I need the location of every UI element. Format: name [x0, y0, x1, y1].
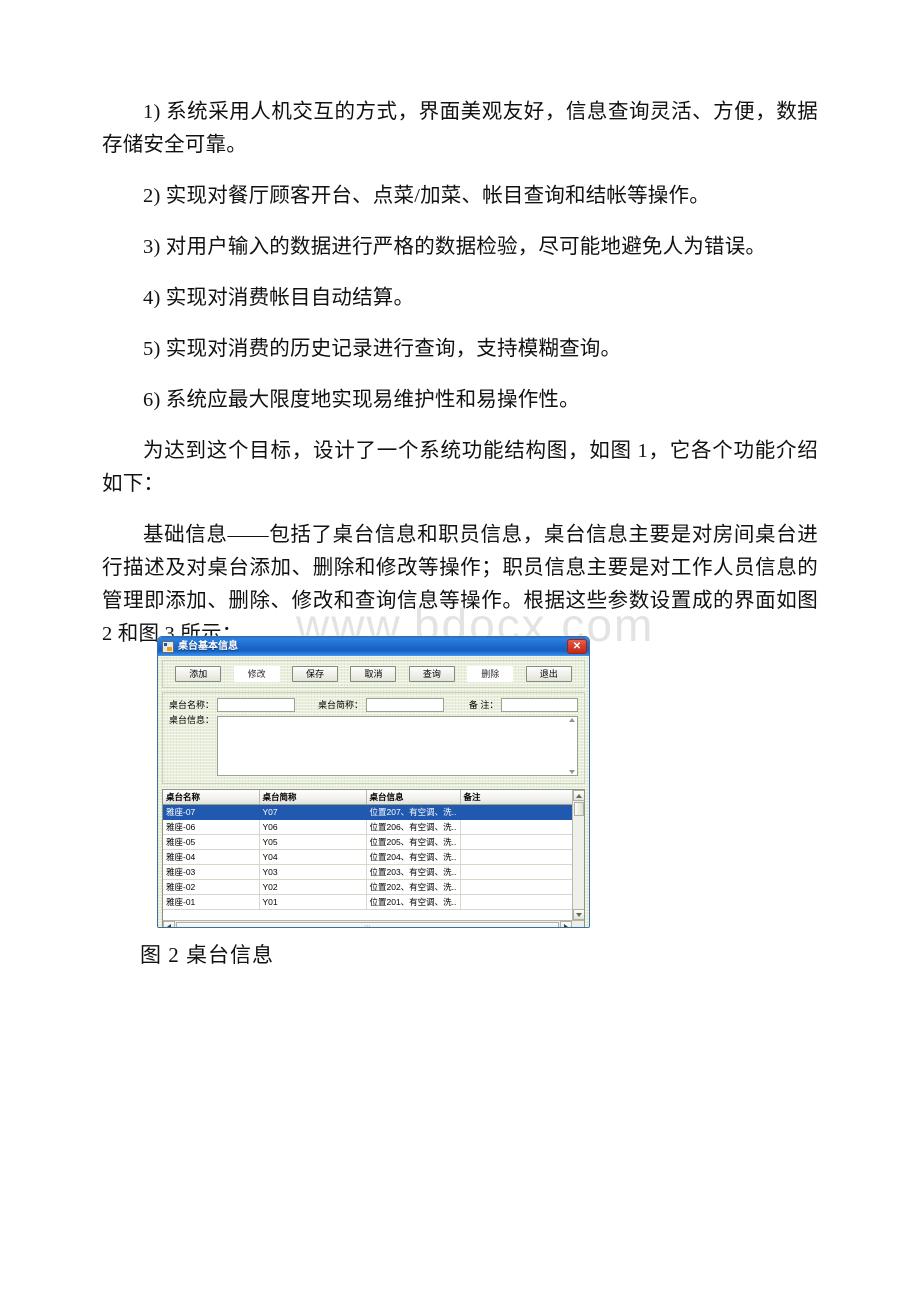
form-row-primary: 桌台名称： 桌台简称： 备 注： — [169, 698, 578, 712]
table-grid[interactable]: 桌台名称 桌台简称 桌台信息 备注 雅座-07 Y07 位置207、有空调、洗.… — [162, 789, 585, 927]
cell-info: 位置205、有空调、洗.. — [366, 834, 461, 850]
data-table: 桌台名称 桌台简称 桌台信息 备注 雅座-07 Y07 位置207、有空调、洗.… — [163, 790, 584, 910]
cell-abbr: Y06 — [259, 819, 367, 835]
horizontal-scroll-thumb[interactable]: ⋯ — [176, 921, 559, 927]
table-head: 桌台名称 桌台简称 桌台信息 备注 — [163, 790, 584, 805]
column-header-name[interactable]: 桌台名称 — [163, 790, 260, 805]
table-row[interactable]: 雅座-07 Y07 位置207、有空调、洗.. — [163, 804, 584, 820]
note-label: 备 注： — [468, 699, 499, 710]
cell-note — [460, 864, 584, 880]
form-row-info: 桌台信息： — [169, 716, 578, 776]
table-abbr-label: 桌台简称： — [317, 699, 363, 710]
scroll-left-icon[interactable] — [163, 921, 175, 927]
table-info-textarea[interactable] — [217, 716, 578, 776]
scroll-down-icon[interactable] — [572, 909, 584, 920]
table-name-input[interactable] — [217, 698, 295, 712]
cell-name: 雅座-03 — [163, 864, 260, 880]
paragraph-6: 6) 系统应最大限度地实现易维护性和易操作性。 — [143, 389, 580, 411]
table-row[interactable]: 雅座-06 Y06 位置206、有空调、洗.. — [163, 819, 584, 835]
table-row[interactable]: 雅座-04 Y04 位置204、有空调、洗.. — [163, 849, 584, 865]
scrollbar-corner — [572, 921, 584, 927]
paragraph-5: 5) 实现对消费的历史记录进行查询，支持模糊查询。 — [143, 338, 622, 360]
cell-abbr: Y05 — [259, 834, 367, 850]
cell-abbr: Y07 — [259, 804, 367, 820]
column-header-note[interactable]: 备注 — [460, 790, 584, 805]
add-button[interactable]: 添加 — [175, 666, 222, 682]
cell-name: 雅座-02 — [163, 879, 260, 895]
table-header-row: 桌台名称 桌台简称 桌台信息 备注 — [163, 790, 584, 805]
application-icon — [162, 640, 174, 653]
cell-info: 位置204、有空调、洗.. — [366, 849, 461, 865]
close-icon[interactable]: ✕ — [567, 639, 587, 654]
document-body: 1) 系统采用人机交互的方式，界面美观友好，信息查询灵活、方便，数据存储安全可靠… — [102, 96, 818, 669]
cell-info: 位置202、有空调、洗.. — [366, 879, 461, 895]
cell-info: 位置201、有空调、洗.. — [366, 894, 461, 910]
window-client-area: 添加 修改 保存 取消 查询 删除 退出 桌台名称： 桌台简称： 备 注： 桌台… — [158, 656, 589, 927]
cell-info: 位置207、有空调、洗.. — [366, 804, 461, 820]
cell-abbr: Y02 — [259, 879, 367, 895]
table-info-label: 桌台信息： — [169, 715, 215, 725]
paragraph-2: 2) 实现对餐厅顾客开台、点菜/加菜、帐目查询和结帐等操作。 — [143, 185, 710, 207]
cancel-button[interactable]: 取消 — [350, 666, 397, 682]
exit-button[interactable]: 退出 — [525, 666, 572, 682]
paragraph-3: 3) 对用户输入的数据进行严格的数据检验，尽可能地避免人为错误。 — [143, 236, 767, 258]
cell-note — [460, 894, 584, 910]
column-header-abbr[interactable]: 桌台简称 — [259, 790, 367, 805]
grid-horizontal-scrollbar[interactable]: ⋯ — [163, 920, 584, 927]
cell-name: 雅座-07 — [163, 804, 260, 820]
paragraph-4: 4) 实现对消费帐目自动结算。 — [143, 287, 415, 309]
note-input[interactable] — [501, 698, 578, 712]
edit-button[interactable]: 修改 — [233, 666, 280, 682]
scroll-up-icon[interactable] — [572, 790, 584, 801]
figure-caption: 图 2 桌台信息 — [140, 943, 274, 967]
cell-note — [460, 804, 584, 820]
grid-vertical-scrollbar[interactable] — [572, 790, 584, 920]
document-page: 1) 系统采用人机交互的方式，界面美观友好，信息查询灵活、方便，数据存储安全可靠… — [0, 0, 920, 1302]
table-body: 雅座-07 Y07 位置207、有空调、洗.. 雅座-06 Y06 位置206、… — [163, 804, 584, 910]
scroll-right-icon[interactable] — [560, 921, 572, 927]
window-titlebar[interactable]: 桌台基本信息 ✕ — [158, 637, 589, 656]
table-row[interactable]: 雅座-05 Y05 位置205、有空调、洗.. — [163, 834, 584, 850]
cell-note — [460, 849, 584, 865]
table-row[interactable]: 雅座-02 Y02 位置202、有空调、洗.. — [163, 879, 584, 895]
window-title: 桌台基本信息 — [178, 640, 238, 652]
paragraph-goal: 为达到这个目标，设计了一个系统功能结构图，如图 1，它各个功能介绍如下： — [102, 440, 818, 495]
textarea-scrollbar[interactable] — [566, 717, 577, 775]
column-header-info[interactable]: 桌台信息 — [366, 790, 461, 805]
table-row[interactable]: 雅座-03 Y03 位置203、有空调、洗.. — [163, 864, 584, 880]
cell-abbr: Y03 — [259, 864, 367, 880]
delete-button[interactable]: 删除 — [467, 666, 514, 682]
cell-name: 雅座-01 — [163, 894, 260, 910]
table-abbr-input[interactable] — [365, 698, 444, 712]
query-button[interactable]: 查询 — [408, 666, 455, 682]
save-button[interactable]: 保存 — [292, 666, 339, 682]
table-name-label: 桌台名称： — [169, 699, 215, 710]
paragraph-1: 1) 系统采用人机交互的方式，界面美观友好，信息查询灵活、方便，数据存储安全可靠… — [102, 101, 818, 156]
cell-name: 雅座-06 — [163, 819, 260, 835]
cell-note — [460, 819, 584, 835]
table-row[interactable]: 雅座-01 Y01 位置201、有空调、洗.. — [163, 894, 584, 910]
cell-info: 位置206、有空调、洗.. — [366, 819, 461, 835]
cell-abbr: Y01 — [259, 894, 367, 910]
cell-name: 雅座-05 — [163, 834, 260, 850]
cell-info: 位置203、有空调、洗.. — [366, 864, 461, 880]
form-panel: 桌台名称： 桌台简称： 备 注： 桌台信息： — [162, 692, 585, 784]
toolbar: 添加 修改 保存 取消 查询 删除 退出 — [162, 660, 585, 688]
app-window-table-basic-info: 桌台基本信息 ✕ 添加 修改 保存 取消 查询 删除 退出 桌台名称： 桌台简称… — [157, 636, 590, 928]
chevron-up-icon[interactable] — [568, 718, 575, 722]
chevron-down-icon[interactable] — [568, 770, 575, 774]
cell-note — [460, 834, 584, 850]
cell-name: 雅座-04 — [163, 849, 260, 865]
cell-note — [460, 879, 584, 895]
vertical-scroll-thumb[interactable] — [573, 802, 584, 816]
cell-abbr: Y04 — [259, 849, 367, 865]
